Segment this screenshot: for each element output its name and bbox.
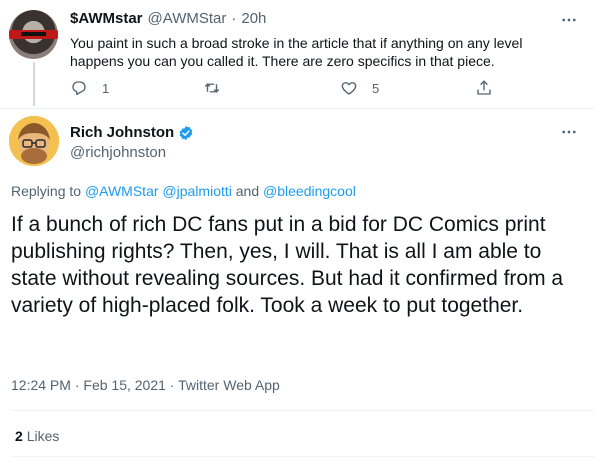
meta-separator-2: · [169, 377, 175, 393]
like-button[interactable]: 5 [340, 79, 379, 97]
like-icon [341, 82, 357, 95]
reply-tweet[interactable]: $AWMstar @AWMStar · 20h You paint in suc… [0, 0, 594, 108]
verified-badge-icon [179, 125, 193, 140]
reply-display-name[interactable]: $AWMstar [70, 10, 143, 27]
reply-more-icon[interactable] [559, 10, 579, 30]
more-icon [562, 130, 576, 134]
reply-handle[interactable]: @AWMStar [148, 10, 227, 27]
replying-user-bleedingcool[interactable]: @bleedingcool [263, 183, 356, 199]
main-display-name[interactable]: Rich Johnston [70, 124, 174, 141]
share-icon [477, 80, 491, 95]
likes-divider [11, 456, 594, 457]
replying-to-line: Replying to @AWMStar @jpalmiotti and @bl… [11, 183, 356, 199]
richjohnston-avatar[interactable] [9, 116, 59, 166]
avatar-eyes [21, 32, 46, 36]
awmstar-avatar[interactable] [9, 10, 58, 59]
main-tweet-header: Rich Johnston [70, 124, 194, 141]
reply-button[interactable]: 1 [70, 79, 109, 97]
cartoon-face-avatar-image [9, 116, 59, 166]
tweet-source[interactable]: Twitter Web App [178, 377, 280, 393]
main-more-button[interactable] [559, 122, 579, 142]
main-handle[interactable]: @richjohnston [70, 144, 166, 161]
reply-tweet-text: You paint in such a broad stroke in the … [70, 35, 523, 69]
replying-user-awmstar[interactable]: @AWMStar [85, 183, 159, 199]
like-count: 5 [372, 80, 380, 96]
reply-separator: · [231, 10, 237, 27]
reply-icon [72, 81, 86, 96]
meta-separator-1: · [74, 377, 80, 393]
reply-tweet-header: $AWMstar @AWMStar · 20h [70, 10, 266, 27]
tweet-metadata: 12:24 PM · Feb 15, 2021 · Twitter Web Ap… [11, 377, 280, 393]
reply-actions: 1 5 [0, 79, 594, 99]
metadata-divider [11, 410, 594, 411]
replying-prefix: Replying to [11, 183, 82, 199]
likes-count: 2 [15, 428, 23, 444]
tweet-date[interactable]: Feb 15, 2021 [83, 377, 166, 393]
likes-summary[interactable]: 2 Likes [15, 428, 59, 444]
retweet-button[interactable] [203, 79, 235, 97]
replying-user-jpalmiotti[interactable]: @jpalmiotti [162, 183, 231, 199]
reply-count: 1 [102, 80, 110, 96]
replying-and: and [235, 183, 260, 199]
likes-label: Likes [26, 428, 60, 444]
main-tweet-text: If a bunch of rich DC fans put in a bid … [11, 213, 564, 317]
share-button[interactable] [475, 79, 493, 97]
retweet-icon [204, 83, 220, 93]
more-icon [562, 18, 576, 22]
reply-time[interactable]: 20h [241, 10, 266, 27]
tweet-time[interactable]: 12:24 PM [11, 377, 71, 393]
